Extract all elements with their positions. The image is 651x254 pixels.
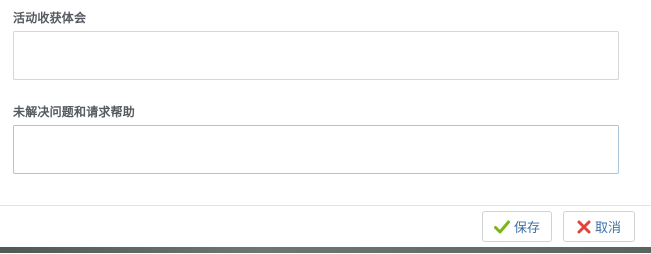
- issues-textarea[interactable]: [13, 125, 619, 174]
- harvest-textarea[interactable]: [13, 31, 619, 80]
- dialog-panel: 活动收获体会 未解决问题和请求帮助: [0, 0, 640, 205]
- cancel-button[interactable]: 取消: [563, 211, 635, 242]
- cancel-button-label: 取消: [594, 221, 621, 236]
- dialog-right-edge: [640, 0, 651, 205]
- field-label-issues: 未解决问题和请求帮助: [13, 105, 136, 119]
- close-icon: [577, 220, 591, 234]
- save-button[interactable]: 保存: [482, 211, 552, 242]
- field-label-harvest: 活动收获体会: [13, 11, 87, 25]
- check-icon: [493, 220, 510, 234]
- background-strip: [0, 247, 651, 253]
- save-button-label: 保存: [513, 221, 540, 236]
